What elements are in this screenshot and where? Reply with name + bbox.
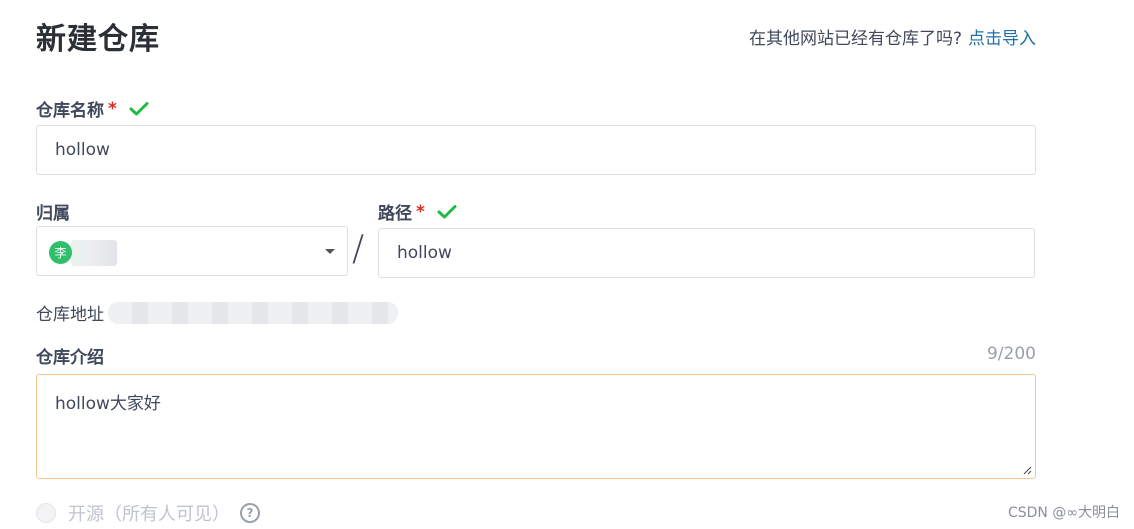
repo-name-label-row: 仓库名称 * bbox=[36, 96, 149, 121]
repo-address-label: 仓库地址 bbox=[36, 305, 104, 325]
owner-label-row: 归属 bbox=[36, 199, 70, 224]
import-link[interactable]: 点击导入 bbox=[968, 29, 1036, 49]
description-label: 仓库介绍 bbox=[36, 348, 104, 368]
path-value: hollow bbox=[397, 243, 452, 263]
import-hint: 在其他网站已经有仓库了吗? 点击导入 bbox=[749, 24, 1036, 49]
repo-name-value: hollow bbox=[55, 140, 110, 160]
question-circle-icon[interactable]: ? bbox=[240, 503, 260, 523]
repo-address-redacted bbox=[108, 302, 398, 324]
repo-name-label: 仓库名称 bbox=[36, 101, 104, 121]
resize-handle-icon[interactable] bbox=[1022, 465, 1032, 475]
owner-select[interactable]: 李 bbox=[36, 226, 348, 276]
open-source-radio[interactable] bbox=[36, 503, 56, 523]
caret-down-icon[interactable] bbox=[325, 249, 335, 254]
check-icon bbox=[437, 204, 457, 218]
path-input[interactable]: hollow bbox=[378, 228, 1035, 278]
required-mark: * bbox=[416, 201, 425, 222]
owner-label: 归属 bbox=[36, 204, 70, 224]
watermark: CSDN @∞大明白 bbox=[1007, 505, 1120, 521]
repo-name-input[interactable]: hollow bbox=[36, 125, 1036, 175]
description-value: hollow大家好 bbox=[55, 394, 161, 414]
open-source-option[interactable]: 开源（所有人可见） ? bbox=[36, 500, 260, 526]
path-separator: / bbox=[352, 228, 365, 269]
import-prompt: 在其他网站已经有仓库了吗? bbox=[748, 29, 962, 49]
path-label-row: 路径 * bbox=[378, 199, 457, 224]
required-mark: * bbox=[108, 98, 117, 119]
page-title: 新建仓库 bbox=[36, 22, 160, 57]
path-label: 路径 bbox=[378, 204, 412, 224]
owner-name-redacted bbox=[71, 240, 117, 266]
description-counter: 9/200 bbox=[987, 344, 1036, 364]
open-source-label: 开源（所有人可见） bbox=[68, 504, 230, 525]
new-repo-page: 新建仓库 在其他网站已经有仓库了吗? 点击导入 仓库名称 * hollow 归属 … bbox=[0, 0, 1134, 529]
description-label-row: 仓库介绍 bbox=[36, 343, 104, 368]
description-textarea[interactable]: hollow大家好 bbox=[36, 374, 1036, 479]
avatar: 李 bbox=[49, 241, 72, 264]
check-icon bbox=[129, 101, 149, 115]
